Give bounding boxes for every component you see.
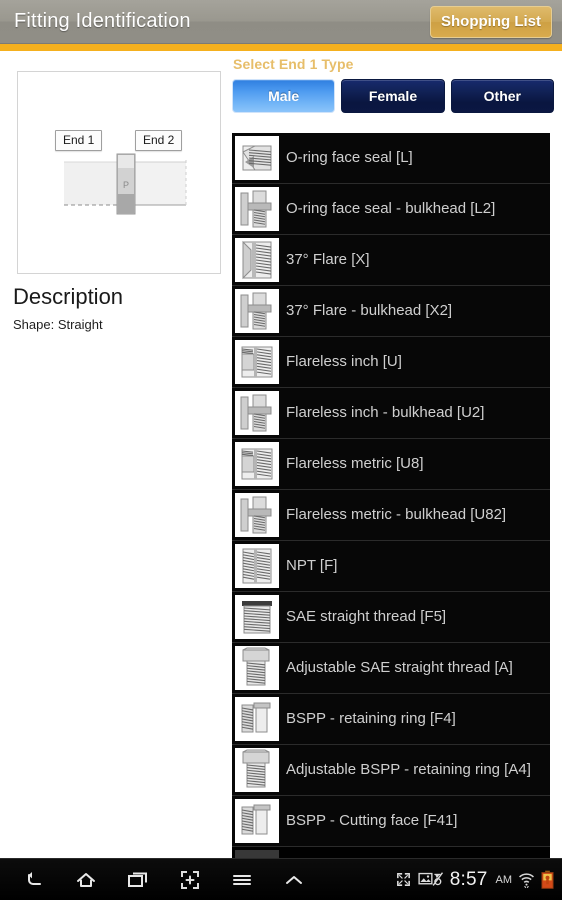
fitting-oring-face-seal-bulkhead-icon: [235, 187, 279, 231]
list-item-label: 37° Flare - bulkhead [X2]: [286, 302, 453, 319]
list-item-label: Adjustable BSPP - retaining ring [A4]: [286, 761, 531, 778]
list-item-label: Adjustable SAE straight thread [A]: [286, 659, 513, 676]
fullscreen-button[interactable]: [395, 871, 412, 888]
right-panel: Select End 1 Type Male Female Other O-ri…: [230, 51, 556, 858]
list-item[interactable]: Flareless metric [U8]: [232, 439, 550, 490]
android-navigation-bar: 8:57 AM: [0, 858, 562, 900]
center-marker-text: P: [123, 180, 129, 190]
list-item-label: BSPP - retaining ring [F4]: [286, 710, 456, 727]
home-icon: [77, 872, 95, 887]
fitting-flareless-metric-bulkhead-icon: [235, 493, 279, 537]
list-item-label: Flareless inch - bulkhead [U2]: [286, 404, 485, 421]
fitting-37-flare-bulkhead-icon: [235, 289, 279, 333]
fitting-shape-diagram: P: [64, 153, 187, 215]
accent-stripe: [0, 44, 562, 51]
nav-buttons-group: [0, 859, 320, 900]
list-item[interactable]: BSPP - retaining ring [F4]: [232, 694, 550, 745]
end2-label[interactable]: End 2: [135, 130, 183, 151]
app-bar: Fitting Identification Shopping List: [0, 0, 562, 44]
description-shape-line: Shape: Straight: [13, 317, 103, 332]
page-title: Fitting Identification: [14, 10, 191, 32]
battery-indicator[interactable]: [541, 870, 554, 889]
fullscreen-icon: [396, 873, 410, 886]
left-panel: P End 1 End 2 Description Shape: Straigh…: [0, 51, 230, 858]
end-type-tabs: Male Female Other: [230, 76, 556, 118]
tab-female[interactable]: Female: [341, 79, 445, 113]
list-item-label: O-ring face seal - bulkhead [L2]: [286, 200, 496, 217]
app-root: Fitting Identification Shopping List P E…: [0, 0, 562, 900]
recent-apps-icon: [128, 872, 147, 887]
status-clock-ampm: AM: [495, 873, 513, 886]
fitting-adjustable-bspp-retaining-ring-icon: [235, 748, 279, 792]
fitting-npt-icon: [235, 544, 279, 588]
status-clock-time: 8:57: [449, 868, 488, 890]
fitting-sae-straight-thread-icon: [235, 595, 279, 639]
home-button[interactable]: [60, 859, 112, 900]
list-item[interactable]: Flareless inch [U]: [232, 337, 550, 388]
list-item-label: Flareless metric [U8]: [286, 455, 424, 472]
list-item[interactable]: Flareless metric - bulkhead [U82]: [232, 490, 550, 541]
screenshot-icon: [181, 870, 199, 889]
screenshot-button[interactable]: [164, 859, 216, 900]
list-item-label: BSPP - Cutting face [F41]: [286, 812, 458, 829]
back-button[interactable]: [8, 859, 60, 900]
description-heading: Description: [13, 284, 124, 309]
end1-label[interactable]: End 1: [55, 130, 103, 151]
fitting-bspp-retaining-ring-icon: [235, 697, 279, 741]
list-item[interactable]: O-ring face seal [L]: [232, 133, 550, 184]
list-item[interactable]: O-ring face seal - bulkhead [L2]: [232, 184, 550, 235]
fitting-flareless-metric-icon: [235, 442, 279, 486]
fitting-oring-face-seal-icon: [235, 136, 279, 180]
tab-male[interactable]: Male: [232, 79, 336, 113]
expand-button[interactable]: [268, 859, 320, 900]
menu-button[interactable]: [216, 859, 268, 900]
battery-low-icon: [541, 870, 554, 889]
fitting-flareless-inch-icon: [235, 340, 279, 384]
list-item-label: Flareless inch [U]: [286, 353, 402, 370]
list-item-label: Flareless metric - bulkhead [U82]: [286, 506, 507, 523]
section-label-select-end-type: Select End 1 Type: [233, 56, 354, 72]
list-item[interactable]: Adjustable BSPP - retaining ring [A4]: [232, 745, 550, 796]
list-item[interactable]: Adjustable SAE straight thread [A]: [232, 643, 550, 694]
fitting-flareless-inch-bulkhead-icon: [235, 391, 279, 435]
status-icons-group: 8:57 AM: [395, 869, 562, 891]
list-item-label: O-ring face seal [L]: [286, 149, 413, 166]
shopping-list-button[interactable]: Shopping List: [430, 5, 552, 38]
list-item[interactable]: Flareless inch - bulkhead [U2]: [232, 388, 550, 439]
fitting-bspp-cutting-face-icon: [235, 799, 279, 843]
fitting-adjustable-sae-straight-thread-icon: [235, 646, 279, 690]
list-item[interactable]: BSPP - Cutting face [F41]: [232, 796, 550, 847]
list-item-label: SAE straight thread [F5]: [286, 608, 447, 625]
list-item-label: NPT [F]: [286, 557, 338, 574]
wifi-icon: [519, 872, 534, 888]
screenshot-capture-icon: [418, 872, 443, 886]
hamburger-menu-icon: [233, 874, 251, 885]
list-item[interactable]: SAE straight thread [F5]: [232, 592, 550, 643]
fitting-37-flare-icon: [235, 238, 279, 282]
wifi-indicator[interactable]: [518, 871, 535, 889]
back-arrow-icon: [28, 871, 41, 885]
chevron-up-icon: [286, 875, 302, 884]
list-item-label: 37° Flare [X]: [286, 251, 370, 268]
fitting-type-list[interactable]: O-ring face seal [L] O-ring face seal - b…: [232, 133, 550, 858]
list-item[interactable]: 37° Flare - bulkhead [X2]: [232, 286, 550, 337]
recent-apps-button[interactable]: [112, 859, 164, 900]
screenshot-capture-indicator[interactable]: [418, 871, 444, 888]
list-item[interactable]: NPT [F]: [232, 541, 550, 592]
list-item[interactable]: BSPP - ED - seal [F43]: [232, 847, 550, 858]
fitting-diagram-card[interactable]: P End 1 End 2: [17, 71, 221, 274]
fitting-bspp-ed-seal-icon: [235, 850, 279, 858]
tab-other[interactable]: Other: [450, 79, 554, 113]
list-item[interactable]: 37° Flare [X]: [232, 235, 550, 286]
